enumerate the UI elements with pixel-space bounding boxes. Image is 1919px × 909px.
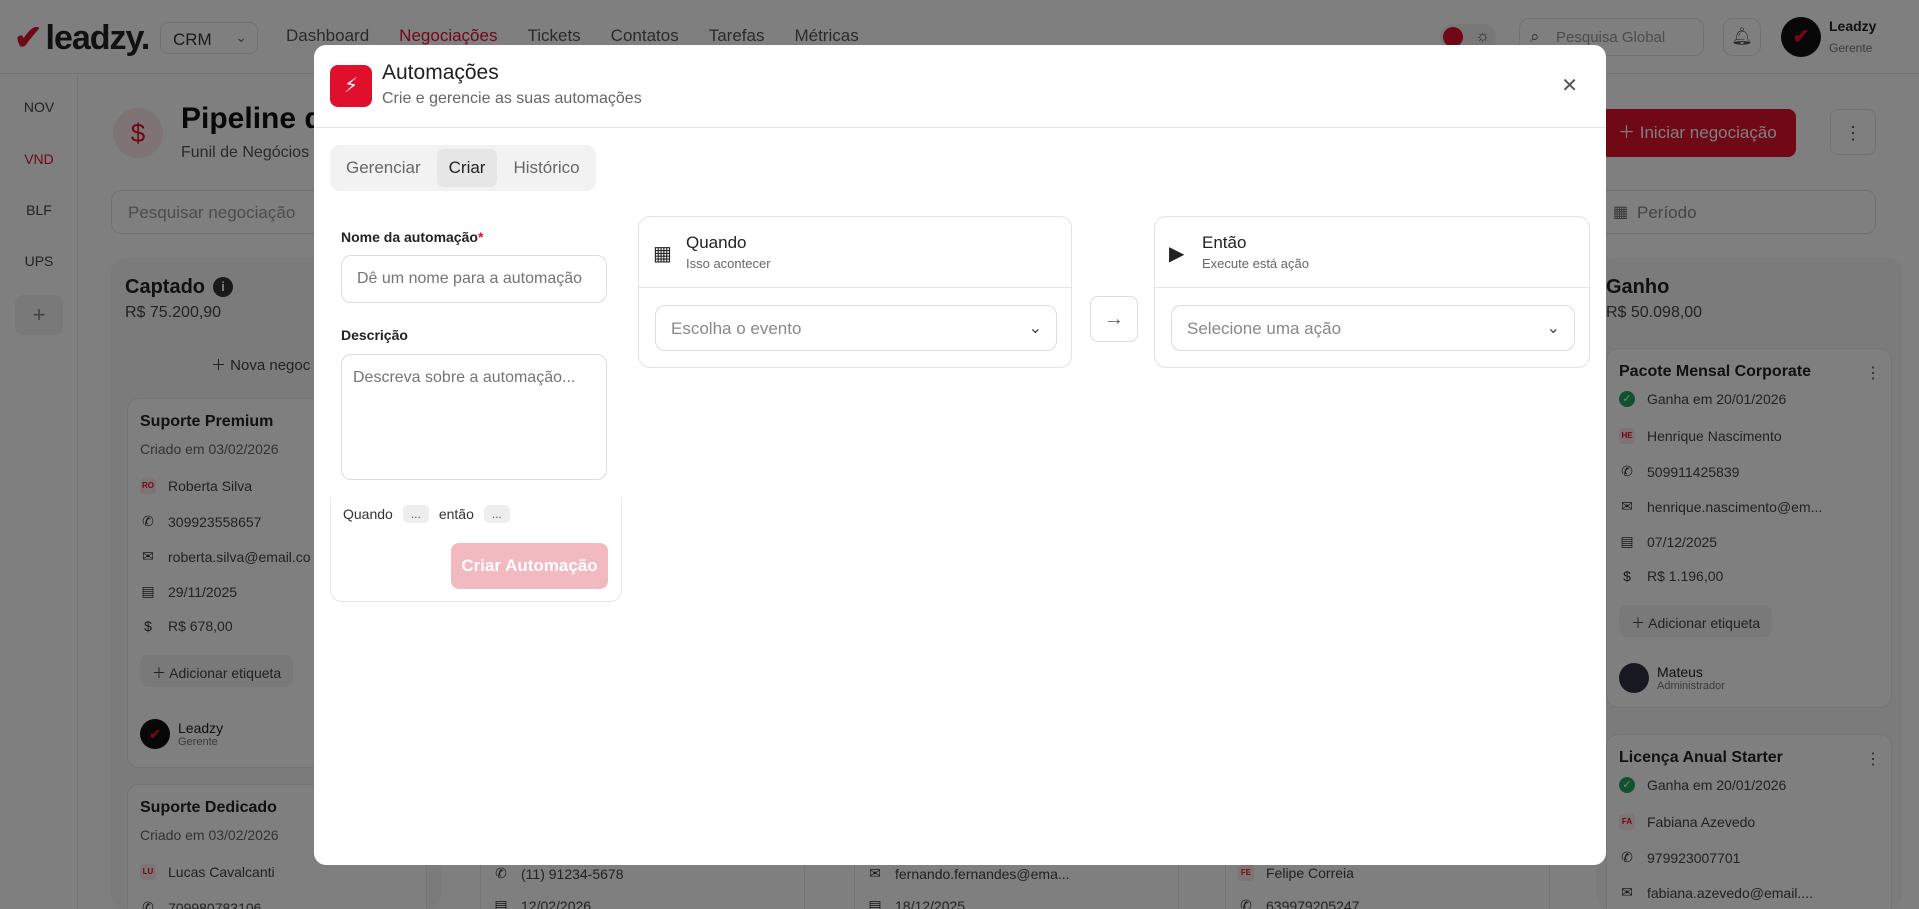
tab-criar[interactable]: Criar xyxy=(436,149,498,187)
close-icon[interactable]: ✕ xyxy=(1561,73,1578,98)
summary-action-chip: ... xyxy=(483,505,510,523)
modal-subtitle: Crie e gerencie as suas automações xyxy=(382,90,642,107)
lightning-icon: ⚡︎ xyxy=(330,65,372,107)
description-label: Descrição xyxy=(341,327,408,343)
tab-gerenciar[interactable]: Gerenciar xyxy=(334,149,433,187)
modal-title: Automações xyxy=(382,61,499,84)
chevron-down-icon: ⌄ xyxy=(1546,320,1560,337)
summary-then: então xyxy=(438,506,474,522)
automation-summary: Quando ... então ... xyxy=(343,505,510,523)
arrow-right-icon: → xyxy=(1090,296,1138,342)
then-header: ▶ Então Execute está ação xyxy=(1155,217,1589,288)
automation-name-input[interactable] xyxy=(341,255,607,303)
name-label: Nome da automação* xyxy=(341,229,483,245)
create-automation-button[interactable]: Criar Automação xyxy=(451,543,608,589)
when-title: Quando xyxy=(686,233,747,252)
summary-event-chip: ... xyxy=(402,505,429,523)
event-select[interactable]: Escolha o evento ⌄ xyxy=(655,305,1057,351)
chevron-down-icon: ⌄ xyxy=(1028,320,1042,337)
then-card: ▶ Então Execute está ação Selecione uma … xyxy=(1154,216,1590,368)
play-icon: ▶ xyxy=(1169,243,1185,265)
modal-header: ⚡︎ Automações Crie e gerencie as suas au… xyxy=(314,45,1606,128)
action-select[interactable]: Selecione uma ação ⌄ xyxy=(1171,305,1575,351)
automation-description-input[interactable] xyxy=(341,354,607,480)
when-header: ▦ Quando Isso acontecer xyxy=(639,217,1071,288)
required-mark: * xyxy=(477,229,484,245)
action-select-placeholder: Selecione uma ação xyxy=(1187,319,1342,338)
automations-modal: ⚡︎ Automações Crie e gerencie as suas au… xyxy=(314,45,1606,865)
when-subtitle: Isso acontecer xyxy=(686,256,771,271)
summary-when: Quando xyxy=(343,506,393,522)
when-card: ▦ Quando Isso acontecer Escolha o evento… xyxy=(638,216,1072,368)
event-select-placeholder: Escolha o evento xyxy=(671,319,802,338)
tab-historico[interactable]: Histórico xyxy=(501,149,591,187)
then-title: Então xyxy=(1202,233,1247,252)
name-label-text: Nome da automação xyxy=(341,229,478,245)
calendar-icon: ▦ xyxy=(653,243,672,265)
modal-tabs: Gerenciar Criar Histórico xyxy=(330,145,596,191)
then-subtitle: Execute está ação xyxy=(1202,256,1309,271)
